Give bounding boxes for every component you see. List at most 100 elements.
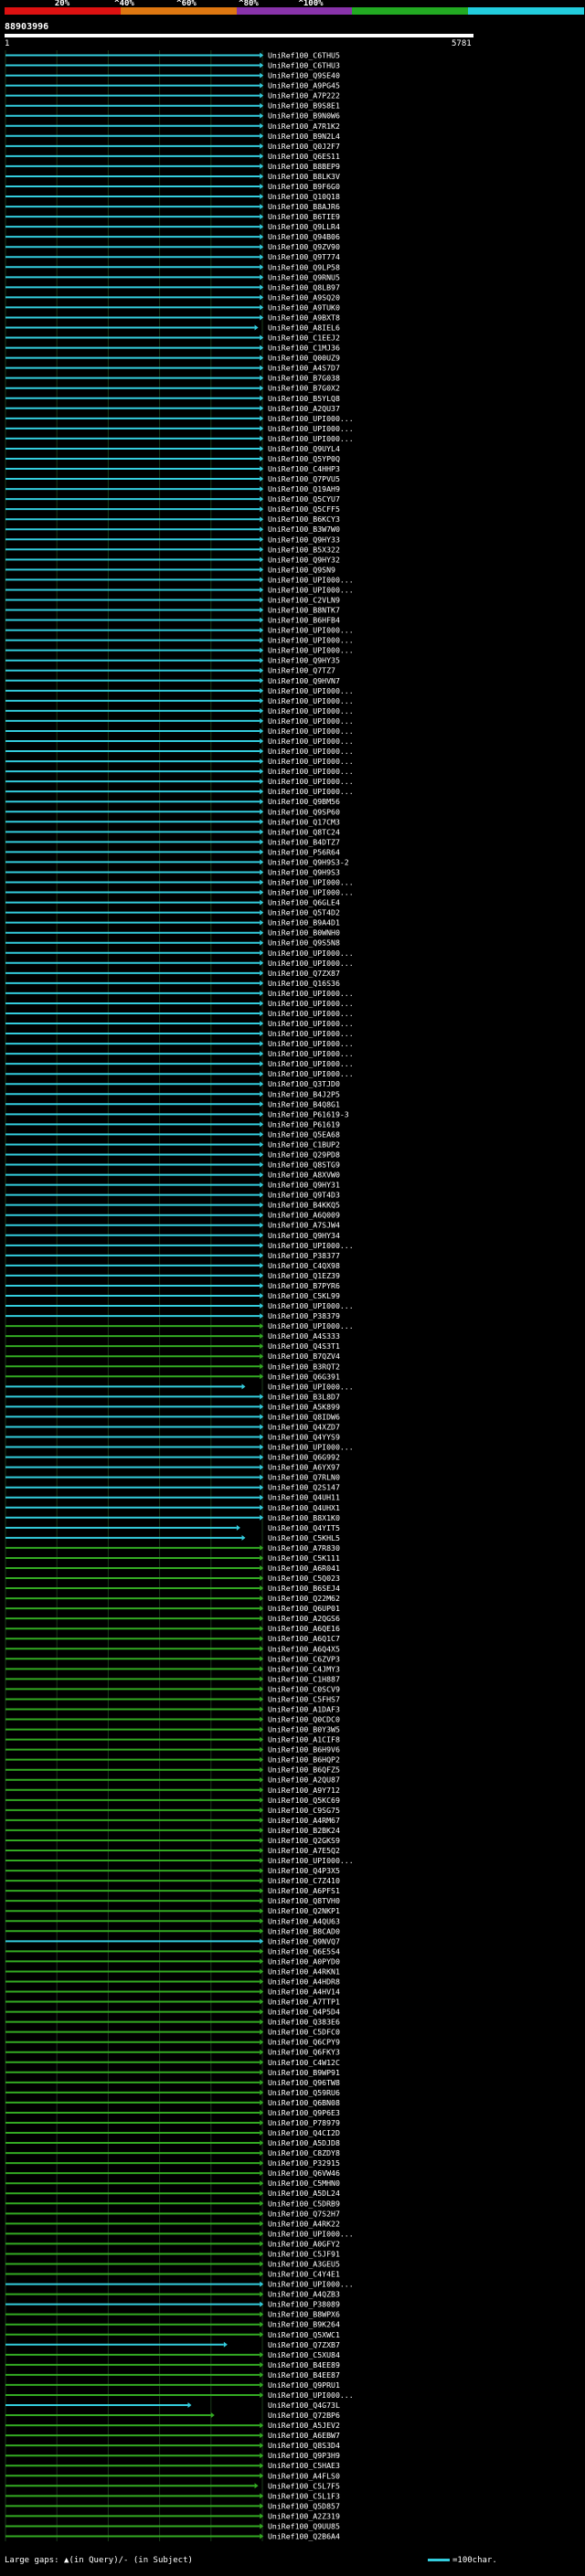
hit-label[interactable]: UniRef100_Q4UH11 xyxy=(268,1493,340,1502)
hit-label[interactable]: UniRef100_A7TTP1 xyxy=(268,1998,340,2007)
hit-label[interactable]: UniRef100_A6YX97 xyxy=(268,1463,340,1472)
hit-label[interactable]: UniRef100_Q2GKS9 xyxy=(268,1836,340,1845)
hit-label[interactable]: UniRef100_Q8IDW6 xyxy=(268,1412,340,1421)
hit-label[interactable]: UniRef100_A6QE16 xyxy=(268,1624,340,1633)
hit-label[interactable]: UniRef100_Q8TC24 xyxy=(268,827,340,836)
hit-label[interactable]: UniRef100_C6ZVP3 xyxy=(268,1654,340,1663)
hit-label[interactable]: UniRef100_A4RKN1 xyxy=(268,1966,340,1976)
hit-label[interactable]: UniRef100_A8IEL6 xyxy=(268,323,340,333)
hit-label[interactable]: UniRef100_Q4UHX1 xyxy=(268,1503,340,1512)
hit-label[interactable]: UniRef100_Q9H9S3-2 xyxy=(268,857,349,866)
hit-label[interactable]: UniRef100_C4W12C xyxy=(268,2058,340,2067)
hit-label[interactable]: UniRef100_Q9SP60 xyxy=(268,807,340,816)
hit-label[interactable]: UniRef100_Q72BP6 xyxy=(268,2411,340,2420)
hit-label[interactable]: UniRef100_B8WPX6 xyxy=(268,2310,340,2319)
hit-label[interactable]: UniRef100_C8ZDY8 xyxy=(268,2148,340,2157)
hit-label[interactable]: UniRef100_UPI000... xyxy=(268,878,354,887)
hit-label[interactable]: UniRef100_C5MHN0 xyxy=(268,2178,340,2188)
hit-label[interactable]: UniRef100_P32915 xyxy=(268,2158,340,2168)
hit-label[interactable]: UniRef100_Q2S147 xyxy=(268,1483,340,1492)
hit-label[interactable]: UniRef100_UPI000... xyxy=(268,575,354,584)
hit-label[interactable]: UniRef100_Q5EA68 xyxy=(268,1129,340,1139)
hit-label[interactable]: UniRef100_Q7PVU5 xyxy=(268,474,340,483)
hit-label[interactable]: UniRef100_C0SCV9 xyxy=(268,1684,340,1693)
hit-label[interactable]: UniRef100_Q9UU85 xyxy=(268,2521,340,2530)
hit-label[interactable]: UniRef100_Q9HY34 xyxy=(268,1231,340,1240)
hit-label[interactable]: UniRef100_Q6GLE4 xyxy=(268,898,340,907)
hit-label[interactable]: UniRef100_A5JEV2 xyxy=(268,2421,340,2430)
hit-label[interactable]: UniRef100_Q9HY32 xyxy=(268,555,340,564)
hit-label[interactable]: UniRef100_Q4P5D4 xyxy=(268,2008,340,2017)
hit-label[interactable]: UniRef100_Q9HY35 xyxy=(268,656,340,665)
hit-label[interactable]: UniRef100_Q5KC69 xyxy=(268,1796,340,1805)
hit-label[interactable]: UniRef100_Q10Q18 xyxy=(268,192,340,201)
hit-label[interactable]: UniRef100_C5JF91 xyxy=(268,2249,340,2258)
hit-label[interactable]: UniRef100_A7R830 xyxy=(268,1543,340,1553)
hit-label[interactable]: UniRef100_Q00UZ9 xyxy=(268,354,340,363)
hit-label[interactable]: UniRef100_UPI000... xyxy=(268,434,354,443)
hit-label[interactable]: UniRef100_A2Z319 xyxy=(268,2511,340,2520)
hit-label[interactable]: UniRef100_Q9SN9 xyxy=(268,565,335,574)
hit-label[interactable]: UniRef100_Q7RLN0 xyxy=(268,1473,340,1482)
hit-label[interactable]: UniRef100_A9BXT8 xyxy=(268,313,340,322)
hit-label[interactable]: UniRef100_B0WNH0 xyxy=(268,928,340,938)
hit-label[interactable]: UniRef100_Q6G391 xyxy=(268,1372,340,1381)
hit-label[interactable]: UniRef100_Q29PD8 xyxy=(268,1150,340,1159)
hit-label[interactable]: UniRef100_Q9LP58 xyxy=(268,262,340,271)
hit-label[interactable]: UniRef100_A4RK22 xyxy=(268,2219,340,2228)
hit-label[interactable]: UniRef100_A2QU37 xyxy=(268,404,340,413)
hit-label[interactable]: UniRef100_Q5YP0Q xyxy=(268,454,340,463)
hit-label[interactable]: UniRef100_UPI000... xyxy=(268,1321,354,1330)
hit-label[interactable]: UniRef100_UPI000... xyxy=(268,737,354,746)
hit-label[interactable]: UniRef100_P56R64 xyxy=(268,847,340,856)
hit-label[interactable]: UniRef100_Q9SE40 xyxy=(268,71,340,80)
hit-label[interactable]: UniRef100_A7SJW4 xyxy=(268,1221,340,1230)
hit-label[interactable]: UniRef100_Q9PRU1 xyxy=(268,2380,340,2390)
hit-label[interactable]: UniRef100_C6THU5 xyxy=(268,51,340,60)
hit-label[interactable]: UniRef100_C9SG75 xyxy=(268,1806,340,1815)
hit-label[interactable]: UniRef100_Q17CM3 xyxy=(268,817,340,826)
hit-label[interactable]: UniRef100_A4HDR8 xyxy=(268,1977,340,1986)
hit-label[interactable]: UniRef100_Q9NVQ7 xyxy=(268,1936,340,1945)
hit-label[interactable]: UniRef100_Q7ZXB7 xyxy=(268,2340,340,2349)
hit-label[interactable]: UniRef100_P61619-3 xyxy=(268,1109,349,1118)
hit-label[interactable]: UniRef100_UPI000... xyxy=(268,777,354,786)
hit-label[interactable]: UniRef100_Q9HY33 xyxy=(268,535,340,544)
hit-label[interactable]: UniRef100_B0Y3W5 xyxy=(268,1725,340,1734)
hit-label[interactable]: UniRef100_Q4S3T1 xyxy=(268,1341,340,1351)
hit-label[interactable]: UniRef100_A3GEU5 xyxy=(268,2259,340,2268)
hit-label[interactable]: UniRef100_Q2B6A4 xyxy=(268,2531,340,2540)
hit-label[interactable]: UniRef100_P78979 xyxy=(268,2118,340,2127)
hit-label[interactable]: UniRef100_UPI000... xyxy=(268,626,354,635)
hit-label[interactable]: UniRef100_A7R1K2 xyxy=(268,122,340,131)
hit-label[interactable]: UniRef100_C5L1F3 xyxy=(268,2491,340,2500)
hit-label[interactable]: UniRef100_P61619 xyxy=(268,1119,340,1129)
hit-label[interactable]: UniRef100_Q4YYS9 xyxy=(268,1433,340,1442)
hit-label[interactable]: UniRef100_B9S8E1 xyxy=(268,101,340,111)
hit-label[interactable]: UniRef100_Q9S5N8 xyxy=(268,938,340,948)
hit-label[interactable]: UniRef100_Q4XZD7 xyxy=(268,1422,340,1431)
hit-label[interactable]: UniRef100_A2QGS6 xyxy=(268,1614,340,1623)
hit-label[interactable]: UniRef100_B8LK3V xyxy=(268,172,340,181)
hit-label[interactable]: UniRef100_Q59RU6 xyxy=(268,2088,340,2097)
hit-label[interactable]: UniRef100_UPI000... xyxy=(268,2229,354,2238)
hit-label[interactable]: UniRef100_C5XU84 xyxy=(268,2350,340,2359)
hit-label[interactable]: UniRef100_C5KHL5 xyxy=(268,1533,340,1542)
hit-label[interactable]: UniRef100_Q0CDC0 xyxy=(268,1715,340,1724)
hit-label[interactable]: UniRef100_C4QX98 xyxy=(268,1261,340,1270)
hit-label[interactable]: UniRef100_B8BEP9 xyxy=(268,162,340,171)
hit-label[interactable]: UniRef100_A1DAF3 xyxy=(268,1704,340,1713)
hit-label[interactable]: UniRef100_UPI000... xyxy=(268,949,354,958)
hit-label[interactable]: UniRef100_C5Q023 xyxy=(268,1574,340,1583)
hit-label[interactable]: UniRef100_Q7TZ7 xyxy=(268,666,335,675)
hit-label[interactable]: UniRef100_Q9HY31 xyxy=(268,1181,340,1190)
hit-label[interactable]: UniRef100_B8CAD0 xyxy=(268,1926,340,1935)
hit-label[interactable]: UniRef100_B7G0X2 xyxy=(268,384,340,393)
hit-label[interactable]: UniRef100_B9K264 xyxy=(268,2320,340,2329)
hit-label[interactable]: UniRef100_Q9P3H9 xyxy=(268,2451,340,2460)
hit-label[interactable]: UniRef100_Q8LB97 xyxy=(268,282,340,292)
hit-label[interactable]: UniRef100_A4FLS0 xyxy=(268,2471,340,2480)
hit-label[interactable]: UniRef100_B9N0W6 xyxy=(268,111,340,121)
hit-label[interactable]: UniRef100_Q6E5S4 xyxy=(268,1946,340,1956)
hit-label[interactable]: UniRef100_B6QFZ5 xyxy=(268,1765,340,1775)
